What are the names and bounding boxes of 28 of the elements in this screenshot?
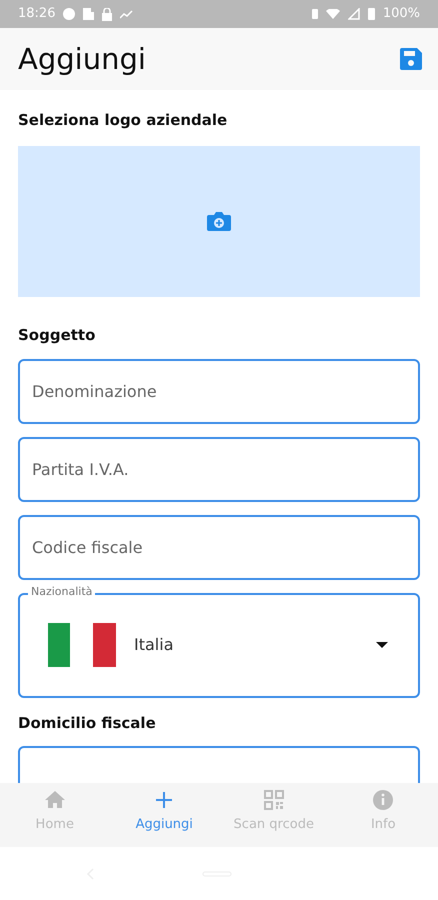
info-icon (372, 789, 394, 811)
section-label: Seleziona logo aziendale (18, 110, 228, 131)
status-time: 18:26 (18, 5, 56, 24)
input-field[interactable]: Codice fiscale (18, 514, 420, 580)
nav-tab[interactable]: Aggiungi (110, 783, 219, 847)
nav-tab[interactable]: Scan qrcode (219, 783, 328, 847)
battery-level: 100% (382, 5, 420, 24)
nav-tab[interactable]: Home (0, 783, 110, 847)
nav-tab[interactable]: Info (328, 783, 438, 847)
circle-icon (63, 8, 76, 20)
signal-icon (348, 8, 360, 20)
logo-picker[interactable] (18, 146, 420, 298)
section-label: Soggetto (18, 325, 96, 346)
trend-icon (120, 10, 134, 18)
battery-icon (368, 8, 375, 20)
input-field[interactable]: Partita I.V.A. (18, 436, 420, 502)
camera-icon (207, 211, 231, 232)
qr-code-icon (262, 789, 285, 811)
flag-icon (48, 623, 116, 668)
input-field[interactable]: Denominazione (18, 358, 420, 424)
wifi-icon (326, 9, 340, 19)
save-icon[interactable] (400, 48, 422, 70)
caret-icon (376, 642, 388, 648)
home-icon (44, 789, 66, 811)
section-label: Domicilio fiscale (18, 712, 157, 734)
dropdown-value: Italia (134, 634, 174, 656)
lock-icon (102, 8, 112, 20)
page-title: Aggiungi (18, 42, 146, 76)
